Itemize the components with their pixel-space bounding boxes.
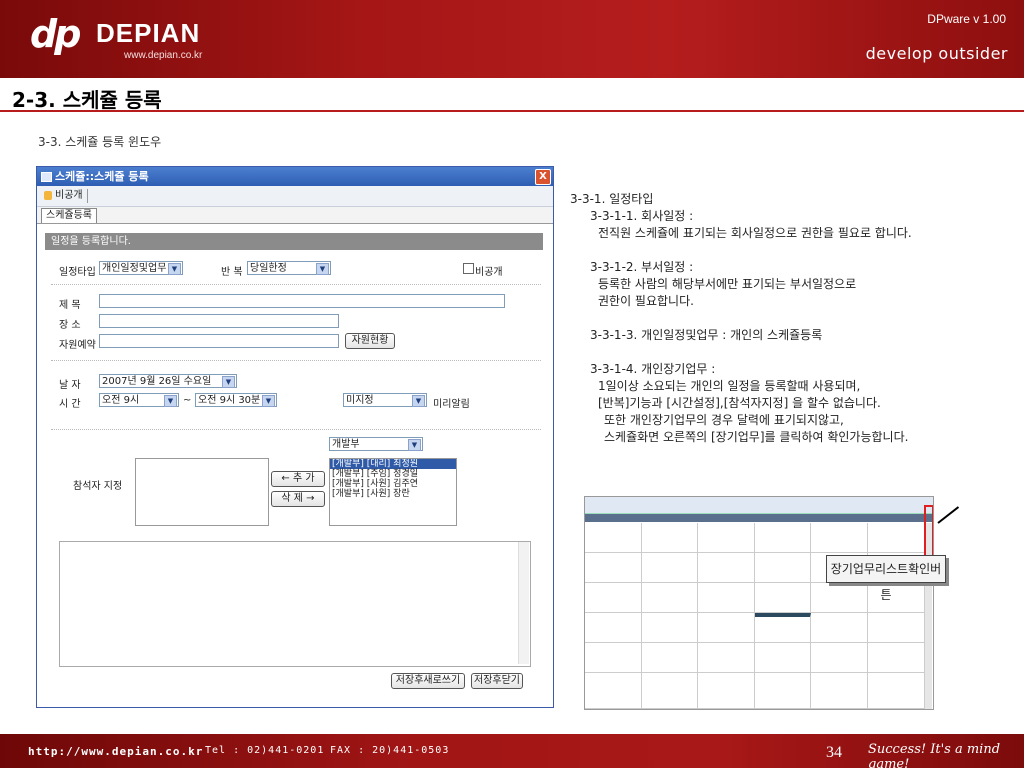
desc-line: 전직원 스케쥴에 표기되는 회사일정으로 권한을 필요로 합니다. [598,226,912,240]
subject-label: 제 목 [59,300,81,311]
window-titlebar[interactable]: 스케쥴::스케쥴 등록 X [37,167,553,186]
date-label: 날 자 [59,380,81,391]
desc-line: 3-3-1-1. 회사일정 : [590,209,694,223]
window-title: 스케쥴::스케쥴 등록 [55,170,149,183]
tab-row: 스케쥴등록 [37,207,553,224]
desc-line: 권한이 필요합니다. [598,294,694,308]
time-end-value: 오전 9시 30분 [198,395,261,406]
department-select-value: 개발부 [332,439,360,450]
info-banner: 일정을 등록합니다. [45,233,543,250]
chevron-down-icon: ▼ [262,395,275,407]
type-select-value: 개인일정및업무 [102,263,167,274]
attendees-label: 참석자 지정 [73,481,123,492]
time-label: 시 간 [59,399,81,410]
footer-tel: Tel : 02)441-0201 [205,745,325,756]
private-toolbar-label: 비공개 [55,190,83,201]
tab-schedule-register[interactable]: 스케쥴등록 [41,208,97,223]
list-item[interactable]: [개발부] [사원] 김주연 [330,479,456,489]
add-attendee-button[interactable]: ← 추 가 [271,471,325,487]
repeat-select[interactable]: 당일한정 ▼ [247,261,331,275]
footer-url[interactable]: http://www.depian.co.kr [28,745,203,758]
date-select-value: 2007년 9월 26일 수요일 [102,376,212,387]
reminder-select[interactable]: 미지정 ▼ [343,393,427,407]
list-item[interactable]: [개발부] [대리] 최정원 [330,459,456,469]
schedule-register-window: 스케쥴::스케쥴 등록 X 비공개 스케쥴등록 일정을 등록합니다. 일정타입 … [36,166,554,708]
memo-textarea[interactable] [59,541,531,667]
desc-line: 3-3-1-3. 개인일정및업무 : 개인의 스케쥴등록 [590,328,823,342]
lock-icon [44,191,52,200]
type-label: 일정타입 [59,267,96,278]
save-new-button[interactable]: 저장후새로쓰기 [391,673,465,689]
repeat-label: 반 복 [221,267,243,278]
resource-input[interactable] [99,334,339,348]
desc-line: 3-3-1-4. 개인장기업무 : [590,362,716,376]
desc-line: 3-3-1-2. 부서일정 : [590,260,694,274]
type-select[interactable]: 개인일정및업무 ▼ [99,261,183,275]
chevron-down-icon: ▼ [316,263,329,275]
chevron-down-icon: ▼ [164,395,177,407]
department-select[interactable]: 개발부 ▼ [329,437,423,451]
pointer-arrow [937,506,960,524]
attendee-candidate-list[interactable]: [개발부] [대리] 최정원 [개발부] [주임] 정경일 [개발부] [사원]… [329,458,457,526]
reminder-select-value: 미지정 [346,395,374,406]
footer-fax: FAX : 20)441-0503 [330,745,450,756]
logo-name: DEPIAN [96,18,201,48]
place-input[interactable] [99,314,339,328]
thumbnail-weekday-header [585,514,933,522]
long-term-task-callout: 장기업무리스트확인버튼 [826,555,946,602]
divider [51,284,541,285]
resource-status-button[interactable]: 자원현황 [345,333,395,349]
logo-url: www.depian.co.kr [124,50,203,61]
remove-attendee-button[interactable]: 삭 제 → [271,491,325,507]
desc-line: 1일이상 소요되는 개인의 일정을 등록할때 사용되며, [598,379,861,393]
page-title: 2-3. 스케쥴 등록 [12,88,162,112]
place-label: 장 소 [59,320,81,331]
page-number: 34 [826,744,842,761]
toolbar: 비공개 [37,186,553,207]
date-select[interactable]: 2007년 9월 26일 수요일 ▼ [99,374,237,388]
tagline: develop outsider [865,44,1008,63]
divider [51,360,541,361]
chevron-down-icon: ▼ [222,376,235,388]
time-start-select[interactable]: 오전 9시 ▼ [99,393,179,407]
private-checkbox[interactable] [463,263,474,274]
list-item[interactable]: [개발부] [주임] 정경일 [330,469,456,479]
time-start-value: 오전 9시 [102,395,140,406]
list-item[interactable]: [개발부] [사원] 장란 [330,489,456,499]
window-icon [41,172,52,182]
private-checkbox-label: 비공개 [475,267,503,278]
logo-mark: dp [30,12,81,56]
subject-input[interactable] [99,294,505,308]
divider [51,429,541,430]
selected-attendees-list[interactable] [135,458,269,526]
time-end-select[interactable]: 오전 9시 30분 ▼ [195,393,277,407]
desc-line: 또한 개인장기업무의 경우 달력에 표기되지않고, [604,413,844,427]
reminder-label: 미리알림 [433,399,470,410]
time-range-tilde: ~ [183,395,192,406]
repeat-select-value: 당일한정 [250,263,287,274]
chevron-down-icon: ▼ [408,439,421,451]
save-close-button[interactable]: 저장후닫기 [471,673,523,689]
desc-heading: 3-3-1. 일정타입 [570,192,654,206]
thumbnail-toolbar [585,497,933,514]
memo-scrollbar[interactable] [518,542,529,664]
close-button[interactable]: X [535,169,551,185]
long-term-task-highlight [924,505,933,557]
chevron-down-icon: ▼ [168,263,181,275]
private-toolbar-button[interactable]: 비공개 [41,189,88,203]
chevron-down-icon: ▼ [412,395,425,407]
desc-line: 스케쥴화면 오른쪽의 [장기업무]를 클릭하여 확인가능합니다. [604,430,909,444]
section-label: 3-3. 스케쥴 등록 윈도우 [38,135,162,149]
resource-label: 자원예약 [59,340,96,351]
desc-line: 등록한 사람의 해당부서에만 표기되는 부서일정으로 [598,277,857,291]
version-label: DPware v 1.00 [927,12,1006,26]
desc-line: [반복]기능과 [시간설정],[참석자지정] 을 할수 없습니다. [598,396,881,410]
